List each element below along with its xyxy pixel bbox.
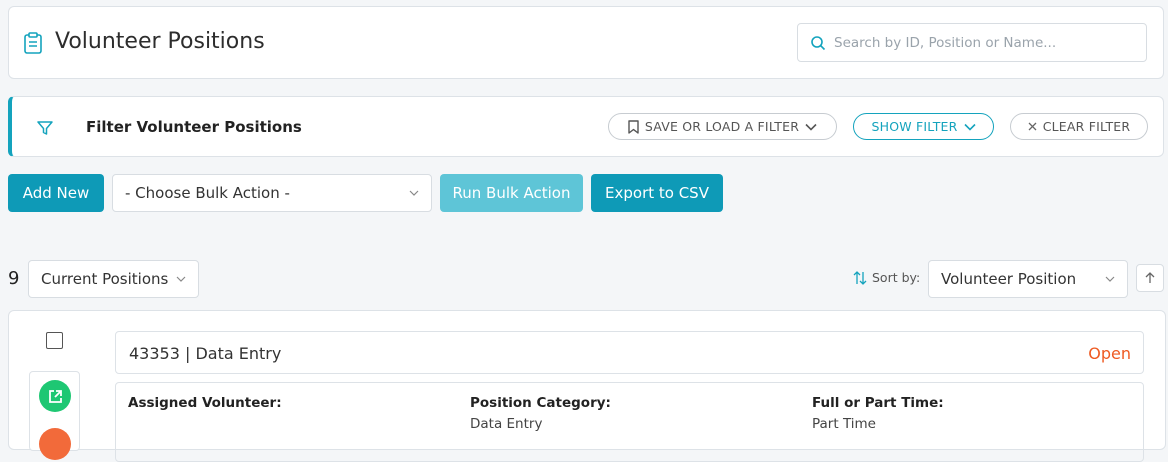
chevron-down-icon	[963, 123, 976, 131]
result-count: 9	[8, 268, 20, 289]
filter-title: Filter Volunteer Positions	[86, 118, 302, 136]
open-record-button[interactable]	[39, 380, 71, 412]
record-details: Assigned Volunteer: Position Category: D…	[115, 382, 1144, 462]
arrow-up-icon	[1145, 272, 1155, 283]
record-title[interactable]: 43353 | Data Entry	[129, 344, 281, 363]
record-header[interactable]: 43353 | Data Entry Open	[115, 331, 1144, 374]
clear-filter-label: CLEAR FILTER	[1042, 119, 1131, 134]
sort-selected: Volunteer Position	[941, 270, 1077, 288]
show-filter-label: SHOW FILTER	[871, 119, 958, 134]
page-header: Volunteer Positions	[8, 6, 1164, 79]
page-title: Volunteer Positions	[55, 29, 265, 54]
row-checkbox[interactable]	[46, 332, 63, 349]
run-bulk-action-button[interactable]: Run Bulk Action	[440, 174, 583, 212]
assigned-volunteer-field: Assigned Volunteer:	[128, 395, 282, 416]
close-icon	[1028, 122, 1037, 131]
add-new-button[interactable]: Add New	[8, 174, 104, 212]
bookmark-icon	[628, 119, 639, 134]
position-record: 43353 | Data Entry Open Assigned Volunte…	[8, 310, 1166, 462]
filter-icon[interactable]	[36, 119, 54, 137]
export-csv-button[interactable]: Export to CSV	[591, 174, 723, 212]
save-load-filter-button[interactable]: SAVE OR LOAD A FILTER	[608, 113, 837, 140]
external-link-icon	[48, 389, 62, 403]
record-action-button[interactable]	[39, 428, 71, 460]
chevron-down-icon	[1105, 276, 1115, 282]
position-category-field: Position Category: Data Entry	[470, 395, 611, 432]
record-actions	[29, 371, 80, 460]
clipboard-icon	[24, 32, 42, 54]
save-load-filter-label: SAVE OR LOAD A FILTER	[644, 119, 800, 134]
sort-select[interactable]: Volunteer Position	[928, 260, 1128, 298]
clear-filter-button[interactable]: CLEAR FILTER	[1010, 113, 1148, 140]
chevron-down-icon	[176, 276, 186, 282]
view-selected: Current Positions	[41, 270, 169, 288]
bulk-action-selected: - Choose Bulk Action -	[125, 184, 290, 202]
field-label: Assigned Volunteer:	[128, 395, 282, 411]
view-select[interactable]: Current Positions	[28, 260, 199, 298]
show-filter-button[interactable]: SHOW FILTER	[853, 113, 994, 140]
full-part-time-field: Full or Part Time: Part Time	[812, 395, 944, 432]
chevron-down-icon	[805, 123, 817, 131]
bulk-action-select[interactable]: - Choose Bulk Action -	[112, 174, 432, 212]
sort-label-text: Sort by:	[872, 270, 921, 285]
search-box[interactable]	[797, 23, 1147, 62]
sort-direction-button[interactable]	[1136, 264, 1164, 292]
chevron-down-icon	[409, 190, 419, 196]
sort-arrows-icon	[853, 270, 867, 285]
sort-label: Sort by:	[853, 270, 920, 285]
field-label: Full or Part Time:	[812, 395, 944, 411]
filter-bar: Filter Volunteer Positions SAVE OR LOAD …	[8, 96, 1164, 157]
status-badge: Open	[1088, 344, 1131, 363]
field-label: Position Category:	[470, 395, 611, 411]
search-input[interactable]	[834, 32, 1134, 54]
search-icon	[811, 36, 826, 51]
